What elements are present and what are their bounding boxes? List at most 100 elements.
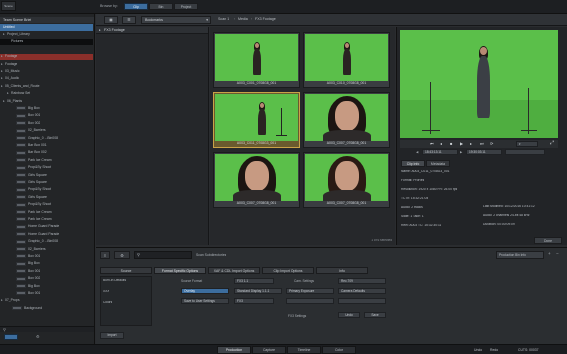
loop-icon[interactable]: ⟳ [490,141,493,146]
tree-item[interactable]: Girls Square [0,172,93,179]
tree-item[interactable]: Prop&Sy Shoot [0,165,93,172]
tree-item[interactable]: Bar Box 001 [0,142,93,149]
expand-arrow-icon[interactable]: ▸ [1,69,3,73]
tree-item[interactable]: ▸ Rainbow Set [0,91,93,98]
overlay-button[interactable]: Overlay [181,288,229,294]
fullscreen-icon[interactable]: ⤢ [550,140,554,146]
tree-item[interactable]: ▸ 04_Audio [0,76,93,83]
list-item[interactable]: XXX [103,290,109,294]
tab-capture[interactable]: Capture [252,346,286,354]
mark-in-icon[interactable]: ◀ [416,150,418,154]
expand-arrow-icon[interactable]: ▸ [1,298,3,302]
settings-gear-icon[interactable]: ⚙ [114,251,130,259]
clip-thumbnail-card[interactable]: A003_C007_0708G8_001 [303,92,390,148]
stop-icon[interactable]: ■ [450,141,452,146]
folder-pane-header[interactable]: ▸ FX3 Footage [96,27,208,34]
clip-thumbnail-card[interactable]: A003_C007_0708G8_001 [213,152,300,208]
tab-source[interactable]: Source [100,267,152,274]
camera-defaults-field[interactable]: Camera Defaults [338,288,386,294]
tree-item[interactable]: 02_Barriers [0,128,93,135]
gamma-field[interactable]: Rec.709 [338,278,386,284]
tree-item[interactable]: Home Guard Parade [0,224,93,231]
list-item[interactable]: Burn-In Defaults [103,279,126,283]
browse-option-clip[interactable]: Clip [124,3,148,10]
tree-item[interactable]: Box 002 [0,276,93,283]
tree-item[interactable] [0,46,93,53]
bookmark-filter-dropdown[interactable]: Bookmarks ▾ [141,16,211,24]
breadcrumb-1[interactable]: Scan 1 [218,17,229,21]
remove-preset-icon[interactable]: − [556,251,559,256]
tree-item[interactable]: ▸ Footage [0,61,93,68]
grid-view-button[interactable]: ▦ [104,16,118,24]
tree-item[interactable]: 02_Barriers [0,246,93,253]
expand-arrow-icon[interactable]: ▸ [1,84,3,88]
tree-item[interactable]: Home Guard Parade [0,231,93,238]
tree-item[interactable]: Box 001 [0,253,93,260]
tab-info[interactable]: Info [316,267,368,274]
playback-options-dropdown[interactable]: ▾ [516,141,538,147]
go-to-end-icon[interactable]: ⏭ [480,141,484,146]
expand-arrow-icon[interactable]: ▸ [1,62,3,66]
list-view-button[interactable]: ☰ [122,16,136,24]
expand-arrow-icon[interactable]: ▸ [1,54,3,58]
clip-thumbnail-card[interactable]: A003_C001_0708G8_001 [213,32,300,88]
expand-arrow-icon[interactable]: ▸ [7,91,9,95]
expand-arrow-icon[interactable]: ▸ [3,99,5,103]
tree-item[interactable]: Pictures [0,38,93,46]
tree-item[interactable]: ▸ 07_Props [0,298,93,305]
tab-timeline[interactable]: Timeline [287,346,321,354]
list-icon[interactable]: ≡ [100,251,110,259]
tab-format-specific-options[interactable]: Format Specific Options [154,267,206,274]
gear-icon[interactable]: ⚙ [36,334,40,339]
browse-option-bin[interactable]: Bin [149,3,173,10]
timecode-duration-field[interactable] [505,149,545,155]
tab-xaf-cdl-import[interactable]: XAF & CDL Import Options [208,267,260,274]
tree-item[interactable]: Big Box [0,261,93,268]
play-icon[interactable]: ▶ [460,141,463,146]
camera-extra-field[interactable] [338,298,386,304]
tree-item[interactable]: Big Box [0,105,93,112]
clip-thumbnail-card[interactable]: A003_C011_0708G3_001 [213,92,300,148]
tree-item[interactable]: Box 001 [0,268,93,275]
tree-item[interactable]: Box 002 [0,120,93,127]
breadcrumb-3[interactable]: FX3 Footage [255,17,276,21]
tree-item[interactable]: Untitled [0,24,93,31]
tab-color[interactable]: Color [322,346,356,354]
tree-item[interactable]: Box 001 [0,113,93,120]
tree-item[interactable]: ▸ 05_Clients_and_Route [0,83,93,90]
tree-item[interactable]: ▸ 03_Music [0,68,93,75]
overlay-field[interactable]: Standard Display 1.1.1 [234,288,282,294]
expand-arrow-icon[interactable]: ▸ [1,76,3,80]
camera-options-field[interactable] [286,298,334,304]
undo-button[interactable]: Undo [338,312,360,318]
tree-item[interactable]: Park Ice Cream [0,157,93,164]
tree-item[interactable]: Bar Box 002 [0,150,93,157]
tree-item[interactable]: Box 001 [0,290,93,297]
folder-tree[interactable]: Untitled ▸ Project_Library Pictures ▸ Footage… [0,24,94,324]
breadcrumb-2[interactable]: Media [238,17,248,21]
tree-search-bar[interactable]: ⚲ [0,326,94,332]
tab-production[interactable]: Production [217,346,251,354]
search-input[interactable]: ⚲ [134,251,192,259]
tree-item[interactable]: ▸ 06_Plants [0,98,93,105]
undo-status[interactable]: Undo [474,348,482,352]
step-back-icon[interactable]: ◂ [440,141,442,146]
clip-thumbnail-card[interactable]: A003_C007_0708G8_001 [303,152,390,208]
tree-item[interactable]: Girls Square [0,179,93,186]
tree-item[interactable]: Park Ice Cream [0,209,93,216]
browse-option-project[interactable]: Project [174,3,198,10]
tab-clip-import-options[interactable]: Clip Import Options [262,267,314,274]
timecode-in-field[interactable]: 18:43:13:11 [422,149,458,155]
step-forward-icon[interactable]: ▸ [470,141,472,146]
done-button[interactable]: Done [534,237,562,244]
save-user-settings-button[interactable]: Save to User Settings [181,298,229,304]
timecode-out-field[interactable]: 19:30:03:11 [466,149,502,155]
tree-item[interactable]: ▸ Project_Library [0,31,93,38]
primary-exposure-field[interactable]: Primary Exposure [286,288,334,294]
import-button[interactable]: Import [100,332,124,339]
viewer-frame[interactable] [400,30,558,138]
tree-item[interactable]: Prop&Sy Shoot [0,187,93,194]
scene-tab[interactable]: Scene [1,1,16,11]
expand-arrow-icon[interactable]: ▸ [3,32,5,36]
clip-thumbnail-card[interactable]: A003_C010_0708G8_001 [303,32,390,88]
